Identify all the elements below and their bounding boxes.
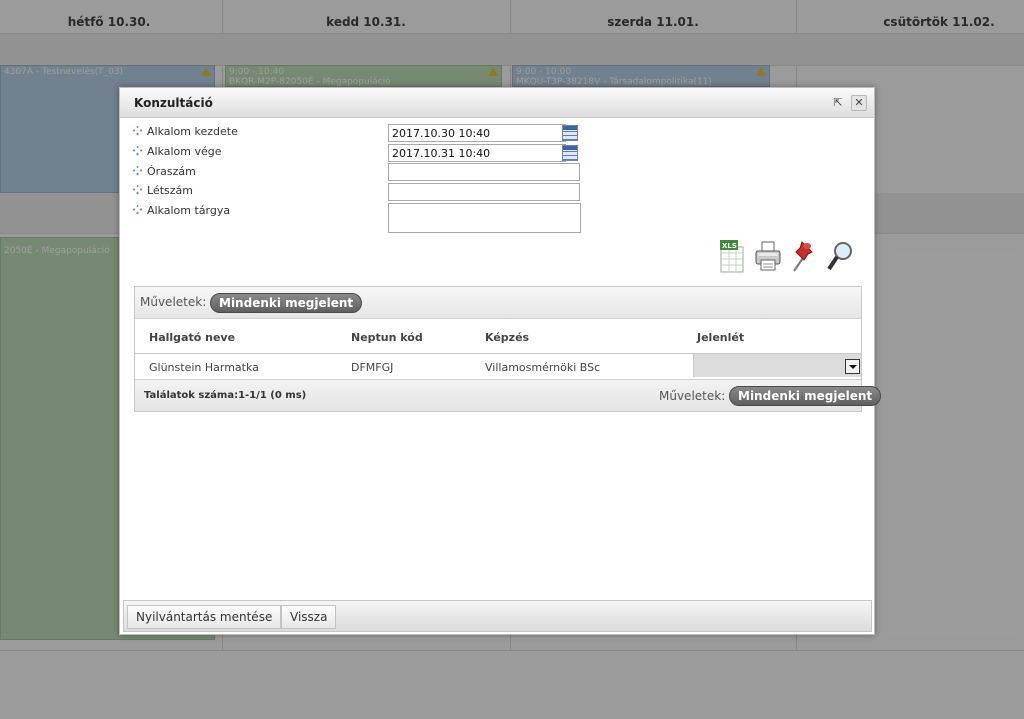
back-button[interactable]: Vissza xyxy=(281,605,337,629)
hours-label: Óraszám xyxy=(132,165,196,178)
consultation-dialog: Konzultáció ⇱ ✕ Alkalom kezdete Alkalom … xyxy=(119,87,882,635)
calendar-icon[interactable] xyxy=(562,145,578,161)
pin-icon[interactable] xyxy=(790,238,818,274)
print-icon[interactable] xyxy=(754,238,782,274)
end-label: Alkalom vége xyxy=(132,145,222,158)
xls-export-icon[interactable]: XLS xyxy=(718,238,746,274)
attendance-grid: Műveletek: Mindenki megjelent Hallgató n… xyxy=(134,286,882,412)
start-datetime-input[interactable] xyxy=(388,124,566,142)
operations-label: Műveletek: xyxy=(659,389,726,403)
grid-footer: Találatok száma:1-1/1 (0 ms) Műveletek: … xyxy=(135,379,882,411)
required-marker-icon xyxy=(132,184,143,195)
search-icon[interactable] xyxy=(826,238,854,274)
cell-neptun-code: DFMFGJ xyxy=(351,361,394,374)
required-marker-icon xyxy=(132,125,143,136)
result-count: Találatok száma:1-1/1 (0 ms) xyxy=(144,390,307,401)
close-icon[interactable]: ✕ xyxy=(851,95,867,111)
dialog-titlebar: Konzultáció ⇱ ✕ xyxy=(120,88,874,118)
column-header-attendance[interactable]: Jelenlét xyxy=(697,331,744,344)
headcount-label: Létszám xyxy=(132,184,193,197)
calendar-icon[interactable] xyxy=(562,125,578,141)
all-present-button[interactable]: Mindenki megjelent xyxy=(729,386,882,406)
hours-input[interactable] xyxy=(388,163,580,181)
xls-badge-text: XLS xyxy=(722,242,737,250)
grid-toolbar: Műveletek: Mindenki megjelent xyxy=(135,287,861,319)
cell-program: Villamosmérnöki BSc xyxy=(485,361,601,374)
column-header-student-name[interactable]: Hallgató neve xyxy=(149,331,235,344)
column-header-program[interactable]: Képzés xyxy=(485,331,529,344)
save-record-button[interactable]: Nyilvántartás mentése xyxy=(127,605,282,629)
chevron-down-icon[interactable] xyxy=(845,359,860,374)
column-header-neptun-code[interactable]: Neptun kód xyxy=(351,331,423,344)
end-datetime-input[interactable] xyxy=(388,144,566,162)
operations-label: Műveletek: xyxy=(140,295,207,309)
dialog-footer: Nyilvántartás mentése Vissza xyxy=(123,600,872,632)
subject-label: Alkalom tárgya xyxy=(132,204,230,217)
subject-textarea[interactable] xyxy=(388,203,581,233)
dialog-title: Konzultáció xyxy=(134,96,213,110)
headcount-input[interactable] xyxy=(388,183,580,201)
popout-icon[interactable]: ⇱ xyxy=(830,95,846,111)
attendance-select[interactable] xyxy=(693,354,861,377)
required-marker-icon xyxy=(132,145,143,156)
all-present-button[interactable]: Mindenki megjelent xyxy=(210,293,363,313)
start-label: Alkalom kezdete xyxy=(132,125,238,138)
cell-student-name: Glünstein Harmatka xyxy=(149,361,259,374)
required-marker-icon xyxy=(132,204,143,215)
required-marker-icon xyxy=(132,165,143,176)
